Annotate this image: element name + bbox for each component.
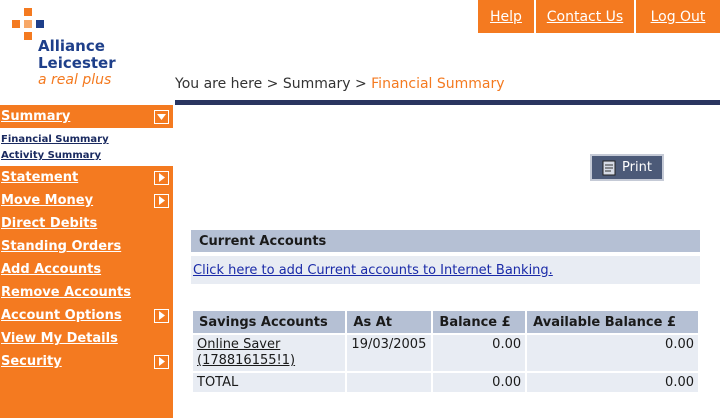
header-divider [175,100,720,105]
total-row: TOTAL 0.00 0.00 [193,373,698,392]
savings-accounts-table: Savings Accounts As At Balance £ Availab… [191,309,700,394]
chevron-right-icon[interactable] [154,354,169,369]
sidebar-item-standing-orders[interactable]: Standing Orders [0,235,173,258]
available-balance-cell: 0.00 [527,335,698,371]
table-header-row: Savings Accounts As At Balance £ Availab… [193,311,698,333]
col-available-balance: Available Balance £ [527,311,698,333]
logo: Alliance Leicester a real plus [8,8,168,98]
account-number-link[interactable]: (178816155!1) [197,353,341,369]
sidebar-item-label: Account Options [1,308,122,323]
total-empty-cell [347,373,432,392]
sidebar-item-label: Add Accounts [1,262,102,277]
account-cell: Online Saver (178816155!1) [193,335,346,371]
sidebar-item-view-my-details[interactable]: View My Details [0,327,173,350]
print-label: Print [622,160,652,175]
sidebar-item-label: Summary [1,109,71,124]
sidebar-item-label: View My Details [1,331,118,346]
sidebar-item-statement[interactable]: Statement [0,166,173,189]
chevron-down-icon[interactable] [154,109,169,124]
add-current-accounts-row: Click here to add Current accounts to In… [191,256,700,284]
as-at-cell: 19/03/2005 [347,335,432,371]
sidebar-item-label: Standing Orders [1,239,122,254]
breadcrumb-current: Financial Summary [371,76,505,92]
summary-submenu: Financial Summary Activity Summary [0,128,173,166]
balance-cell: 0.00 [433,335,526,371]
sidebar-item-summary[interactable]: Summary [0,105,173,128]
top-nav: Help Contact Us Log Out [476,0,720,33]
col-as-at: As At [347,311,432,333]
breadcrumb: You are here > Summary > Financial Summa… [175,76,505,92]
sidebar-item-direct-debits[interactable]: Direct Debits [0,212,173,235]
chevron-right-icon[interactable] [154,308,169,323]
breadcrumb-path: You are here > Summary > [175,76,372,92]
logo-tagline: a real plus [38,72,112,88]
sidebar-item-remove-accounts[interactable]: Remove Accounts [0,281,173,304]
printer-icon [602,160,616,175]
sidebar-item-label: Move Money [1,193,94,208]
contact-us-link[interactable]: Contact Us [534,0,634,33]
sidebar-sub-activity-summary[interactable]: Activity Summary [1,148,173,164]
sidebar: Summary Financial Summary Activity Summa… [0,105,173,418]
total-available-balance: 0.00 [527,373,698,392]
col-balance: Balance £ [433,311,526,333]
print-button[interactable]: Print [590,154,664,181]
logo-name: Alliance Leicester [38,37,116,72]
sidebar-item-add-accounts[interactable]: Add Accounts [0,258,173,281]
sidebar-item-label: Remove Accounts [1,285,131,300]
sidebar-item-move-money[interactable]: Move Money [0,189,173,212]
sidebar-item-label: Direct Debits [1,216,98,231]
current-accounts-heading: Current Accounts [191,230,700,252]
sidebar-sub-financial-summary[interactable]: Financial Summary [1,132,173,148]
log-out-link[interactable]: Log Out [634,0,720,33]
sidebar-item-label: Security [1,354,62,369]
sidebar-item-label: Statement [1,170,79,185]
col-savings-accounts: Savings Accounts [193,311,346,333]
total-label: TOTAL [193,373,346,392]
help-link[interactable]: Help [476,0,534,33]
add-current-accounts-link[interactable]: Click here to add Current accounts to In… [193,263,553,278]
chevron-right-icon[interactable] [154,170,169,185]
sidebar-item-security[interactable]: Security [0,350,173,373]
chevron-right-icon[interactable] [154,193,169,208]
total-balance: 0.00 [433,373,526,392]
account-name-link[interactable]: Online Saver [197,337,341,353]
sidebar-item-account-options[interactable]: Account Options [0,304,173,327]
table-row: Online Saver (178816155!1) 19/03/2005 0.… [193,335,698,371]
